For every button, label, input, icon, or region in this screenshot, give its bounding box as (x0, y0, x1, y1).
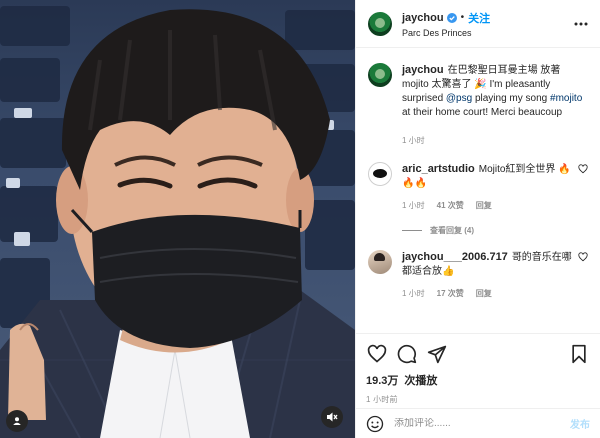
comment-time: 1 小时 (402, 201, 425, 210)
caption-mention-link[interactable]: @psg (446, 93, 472, 104)
author-username[interactable]: jaychou (402, 12, 444, 24)
emoji-button[interactable] (366, 415, 384, 433)
commenter-avatar[interactable] (368, 250, 392, 274)
follow-button[interactable]: 关注 (468, 10, 490, 26)
comment-body: aric_artstudio Mojito紅到全世界 🔥🔥🔥 1 小时 41 次赞… (402, 162, 572, 213)
comment-meta: 1 小时 41 次赞 回复 (402, 199, 572, 213)
author-avatar[interactable] (368, 11, 392, 36)
action-icons-row (366, 340, 590, 368)
comment-item: jaychou___2006.717 哥的音乐在哪都适合放👍 1 小时 17 次赞… (368, 250, 588, 301)
share-icon (427, 345, 447, 364)
caption-hashtag-link[interactable]: #mojito (550, 93, 582, 104)
reply-button[interactable]: 回复 (476, 199, 492, 213)
post-actions: 19.3万 次播放 1 小时前 (356, 333, 600, 405)
tagged-users-button[interactable] (6, 410, 28, 432)
mute-toggle-button[interactable] (321, 406, 343, 428)
author-info: jaychou • 关注 Parc Des Princes (402, 10, 572, 38)
comment-item: aric_artstudio Mojito紅到全世界 🔥🔥🔥 1 小时 41 次赞… (368, 162, 588, 213)
comment-likes[interactable]: 17 次赞 (437, 287, 464, 301)
caption-body: jaychou 在巴黎聖日耳曼主場 放著 mojito 太驚喜了 🎉 I'm pl… (402, 63, 588, 148)
commenter-username[interactable]: jaychou___2006.717 (402, 251, 508, 263)
verified-badge-icon (446, 12, 457, 23)
views-label: 次播放 (404, 375, 438, 387)
emoji-icon (366, 415, 384, 432)
post-details-panel: jaychou • 关注 Parc Des Princes jaychou 在巴… (355, 0, 600, 438)
comment-composer: 发布 (356, 408, 600, 438)
commenter-avatar[interactable] (368, 162, 392, 186)
caption-time: 1 小时 (402, 136, 425, 145)
views-number: 19.3万 (366, 375, 399, 387)
more-options-button[interactable] (572, 15, 590, 33)
comment-likes[interactable]: 41 次赞 (437, 199, 464, 213)
comment-like-icon[interactable] (578, 252, 588, 262)
caption-text: playing my song (472, 93, 551, 104)
view-replies-button[interactable]: 查看回复 (4) (402, 225, 588, 236)
share-button[interactable] (426, 343, 448, 365)
comment-like-icon[interactable] (578, 164, 588, 174)
comment-meta: 1 小时 17 次赞 回复 (402, 287, 572, 301)
post-timestamp: 1 小时前 (366, 395, 398, 404)
commenter-username[interactable]: aric_artstudio (402, 163, 475, 175)
caption-text: at their home court! Merci beaucoup (402, 107, 563, 118)
post-comment-button[interactable]: 发布 (570, 416, 590, 431)
speaker-muted-icon (327, 412, 338, 422)
comment-time: 1 小时 (402, 289, 425, 298)
author-line: jaychou • 关注 (402, 10, 572, 26)
separator-dot: • (460, 12, 465, 23)
comment-body: jaychou___2006.717 哥的音乐在哪都适合放👍 1 小时 17 次赞… (402, 250, 572, 301)
replies-divider-line (402, 230, 422, 231)
like-button[interactable] (366, 343, 388, 365)
post-location[interactable]: Parc Des Princes (402, 28, 572, 38)
user-icon (13, 417, 21, 425)
caption-meta: 1 小时 (402, 134, 588, 148)
more-options-icon (574, 22, 588, 25)
reply-button[interactable]: 回复 (476, 287, 492, 301)
post-caption: jaychou 在巴黎聖日耳曼主場 放著 mojito 太驚喜了 🎉 I'm pl… (368, 63, 588, 148)
view-replies-label: 查看回复 (4) (430, 226, 474, 235)
comments-section[interactable]: jaychou 在巴黎聖日耳曼主場 放著 mojito 太驚喜了 🎉 I'm pl… (356, 49, 600, 333)
comment-icon (397, 344, 417, 364)
caption-author-avatar[interactable] (368, 63, 392, 87)
bookmark-icon (572, 344, 586, 364)
save-button[interactable] (568, 343, 590, 365)
heart-icon (367, 344, 387, 363)
instagram-post-view: jaychou • 关注 Parc Des Princes jaychou 在巴… (0, 0, 600, 438)
comment-input[interactable] (394, 418, 570, 429)
post-media[interactable] (0, 0, 355, 438)
person-selfie (0, 9, 355, 438)
views-count[interactable]: 19.3万 次播放 (366, 372, 590, 388)
caption-username[interactable]: jaychou (402, 64, 444, 76)
comment-button[interactable] (396, 343, 418, 365)
post-header: jaychou • 关注 Parc Des Princes (356, 0, 600, 48)
